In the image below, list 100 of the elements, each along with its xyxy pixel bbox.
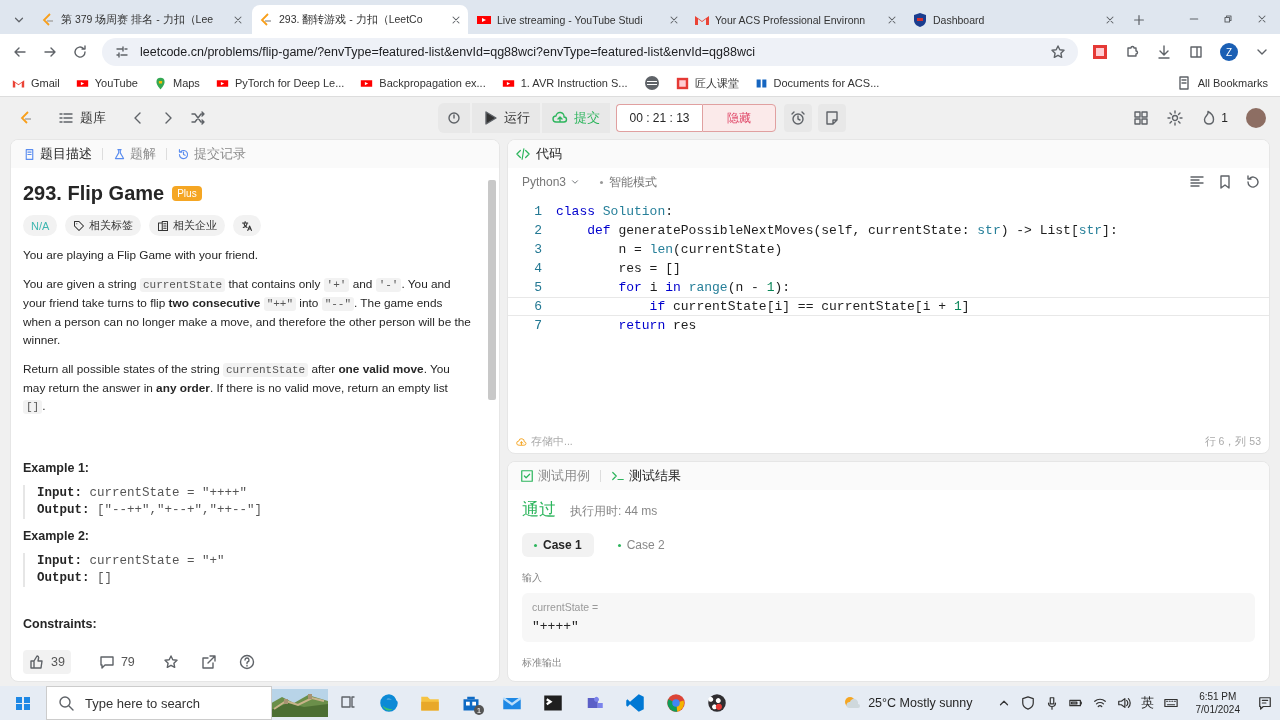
case-tab[interactable]: Case 1 <box>522 533 594 557</box>
bookmark-item[interactable]: Documents for ACS... <box>754 76 880 90</box>
editor-mode[interactable]: 智能模式 <box>600 173 658 191</box>
help-icon[interactable] <box>238 654 255 670</box>
bookmark-item[interactable]: 匠人课堂 <box>675 75 739 91</box>
note-button[interactable] <box>817 104 846 132</box>
tag-icon <box>73 219 86 232</box>
language-select[interactable]: Python3 <box>516 174 587 190</box>
problem-list-button[interactable]: 题库 <box>48 103 116 133</box>
search-icon <box>58 695 74 711</box>
code-editor-icon <box>624 693 645 713</box>
reset-icon[interactable] <box>1245 174 1261 190</box>
bookmark-item[interactable]: Backpropagation ex... <box>360 76 486 90</box>
section-heading: Constraints: <box>23 617 98 631</box>
streak-counter[interactable]: 1 <box>1201 110 1228 126</box>
clock[interactable]: 6:51 PM 7/01/2024 <box>1195 690 1240 716</box>
square-logo-icon[interactable] <box>1092 44 1108 60</box>
panel-title: 代码 <box>536 145 562 163</box>
share-icon[interactable] <box>200 654 217 670</box>
problem-title: 293. Flip Game <box>23 182 165 205</box>
all-bookmarks-button[interactable]: All Bookmarks <box>1175 75 1268 91</box>
input-label: 输入 <box>522 571 543 585</box>
case-tab[interactable]: Case 2 <box>605 533 677 557</box>
shield-icon[interactable] <box>1020 696 1035 710</box>
shuffle-icon[interactable] <box>190 110 206 126</box>
code-line: class Solution: <box>556 204 674 219</box>
map-pin-icon <box>153 76 167 90</box>
bookmark-item[interactable]: YouTube <box>75 76 138 90</box>
code-line: res = [] <box>617 261 681 276</box>
hide-timer-button[interactable]: 隐藏 <box>701 104 776 132</box>
user-avatar[interactable] <box>1246 108 1266 128</box>
translate-button[interactable] <box>233 215 262 236</box>
layout-icon[interactable] <box>1133 110 1150 126</box>
input-language[interactable]: 英 <box>1140 694 1154 712</box>
line-number: 5 <box>533 280 543 295</box>
comments-button[interactable]: 79 <box>92 653 141 671</box>
bookmark-star-icon[interactable] <box>1050 44 1066 60</box>
line-number: 4 <box>533 261 543 276</box>
task-view-icon[interactable] <box>340 693 356 710</box>
weather-icon <box>844 695 861 711</box>
topic-tag[interactable]: 相关企业 <box>149 215 226 236</box>
format-icon[interactable] <box>1189 174 1205 190</box>
example-heading: Example 2: <box>23 529 90 543</box>
bookmark-item[interactable]: Gmail <box>12 76 60 90</box>
shield-icon <box>912 11 928 28</box>
run-button[interactable]: 运行 <box>472 103 541 133</box>
chevron-down-icon <box>570 177 581 187</box>
notification-icon[interactable] <box>1258 696 1272 710</box>
wifi-icon[interactable] <box>1092 696 1107 710</box>
browser-tab[interactable]: Your ACS Professional Environn <box>688 5 904 34</box>
windows-icon[interactable] <box>15 695 31 711</box>
keyboard-icon[interactable] <box>1163 696 1178 710</box>
topic-tag[interactable]: 相关标签 <box>65 215 142 236</box>
bookmark-item[interactable]: Maps <box>153 76 200 90</box>
bookmark-item[interactable]: PyTorch for Deep Le... <box>215 76 345 90</box>
restore-icon[interactable] <box>1222 13 1234 25</box>
thumbs-up-icon <box>29 654 45 670</box>
side-panel-icon[interactable] <box>1188 44 1204 60</box>
extension-icon[interactable] <box>1124 44 1140 60</box>
panel-tab[interactable]: 题目描述 <box>19 145 96 163</box>
site-settings-icon[interactable] <box>114 44 130 60</box>
globe-icon[interactable] <box>643 75 660 91</box>
download-icon[interactable] <box>1156 44 1172 60</box>
browser-tab[interactable]: Live streaming - YouTube Studi <box>470 5 686 34</box>
address-bar[interactable]: leetcode.cn/problems/flip-game/?envType=featured-list&envId=qg88wci?envType=featured-list&envId=qg88wci <box>102 38 1078 66</box>
scrollbar[interactable] <box>488 180 496 400</box>
browser-tab[interactable]: 第 379 场周赛 排名 - 力扣（Lee <box>34 5 250 34</box>
list-icon[interactable] <box>58 110 74 126</box>
save-status: 存储中... <box>531 435 573 449</box>
example-heading: Example 1: <box>23 461 90 475</box>
paragraph: Return all possible states of the string currentState after one valid move. You may return the answer in any order. If there is no valid move, return an empty list [] . <box>23 361 451 416</box>
hint-button[interactable] <box>438 103 471 133</box>
profile-avatar[interactable]: Z <box>1220 43 1238 61</box>
taskbar-search-field[interactable]: Type here to search <box>46 686 272 720</box>
prompt-icon <box>611 469 625 483</box>
output-label: 标准输出 <box>522 656 563 670</box>
alarm-button[interactable] <box>783 104 812 132</box>
code-line: def generatePossibleNextMoves(self, currentState: str) -> List[str]: <box>586 223 1118 238</box>
reload-icon[interactable] <box>72 44 88 60</box>
verdict-text: 通过 <box>522 499 556 521</box>
browser-tab[interactable]: 293. 翻转游戏 - 力扣（LeetCo <box>252 5 468 34</box>
difficulty-tag: N/A <box>23 215 58 236</box>
bookmark-icon[interactable] <box>1217 174 1233 190</box>
code-line: n = len(currentState) <box>617 242 783 257</box>
cursor-position: 行 6，列 53 <box>1204 435 1261 449</box>
bookmark-item[interactable]: 1. AVR Instruction S... <box>501 76 628 90</box>
like-button[interactable]: 39 <box>23 650 71 674</box>
close-icon[interactable] <box>1256 13 1268 25</box>
panel-tab[interactable]: 测试结果 <box>607 467 685 485</box>
star-icon[interactable] <box>162 654 179 670</box>
volume-icon[interactable] <box>1116 696 1131 710</box>
alarm-icon <box>789 110 806 126</box>
weather-widget[interactable]: 25°C Mostly sunny <box>844 695 973 711</box>
example-line: Input: currentState = "+" <box>37 553 226 570</box>
line-number: 2 <box>533 223 543 238</box>
browser-tab[interactable]: Dashboard <box>906 5 1122 34</box>
settings-icon[interactable] <box>1167 110 1184 126</box>
code-line: for i in range(n - 1): <box>617 280 791 295</box>
cloud-upload-icon <box>552 110 569 126</box>
taskbar-app[interactable]: 1 <box>450 686 491 720</box>
